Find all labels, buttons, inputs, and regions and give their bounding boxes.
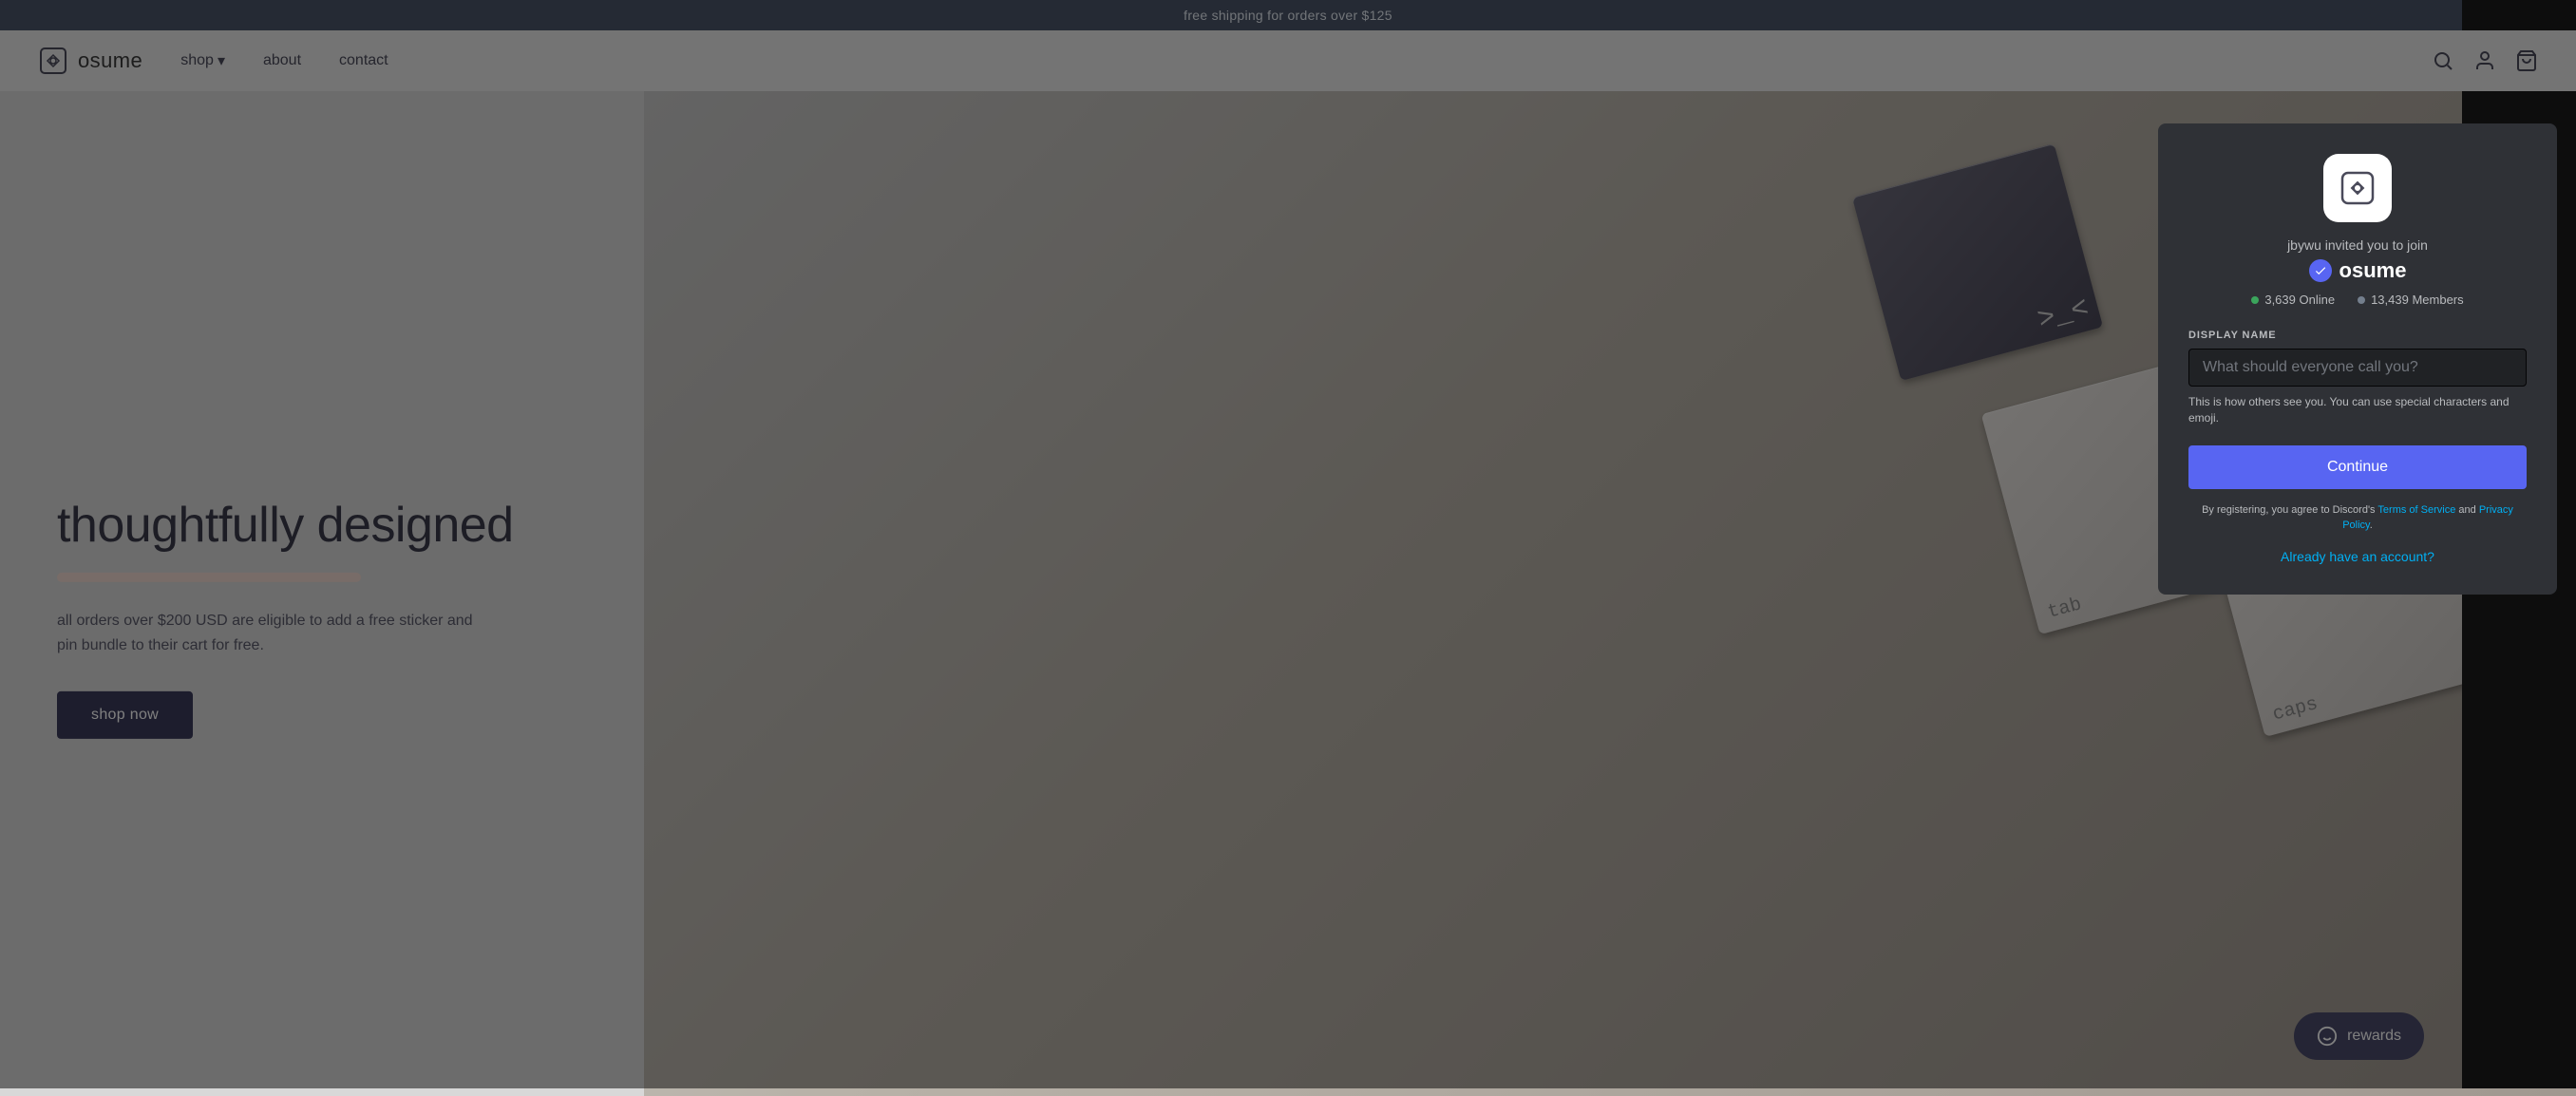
members-count: 13,439 Members [2371,293,2464,307]
online-dot [2251,296,2259,304]
server-logo-icon [2339,169,2377,207]
legal-prefix: By registering, you agree to Discord's [2202,504,2375,516]
server-name-row: osume [2188,258,2527,283]
input-hint: This is how others see you. You can use … [2188,394,2527,426]
continue-button[interactable]: Continue [2188,445,2527,489]
server-name: osume [2339,258,2407,283]
online-count: 3,639 Online [2264,293,2335,307]
verified-icon [2309,259,2332,282]
discord-modal: jbywu invited you to join osume 3,639 On… [2158,123,2557,595]
already-have-account[interactable]: Already have an account? [2188,549,2527,564]
modal-overlay[interactable]: jbywu invited you to join osume 3,639 On… [0,0,2576,1088]
display-name-input[interactable] [2188,349,2527,387]
online-stat: 3,639 Online [2251,293,2335,307]
invite-text: jbywu invited you to join [2188,237,2527,253]
server-stats: 3,639 Online 13,439 Members [2188,293,2527,307]
legal-text: By registering, you agree to Discord's T… [2188,502,2527,534]
members-dot [2358,296,2365,304]
legal-and: and [2458,504,2478,516]
display-name-field-group: DISPLAY NAME This is how others see you.… [2188,330,2527,426]
server-logo-box [2323,154,2392,222]
terms-link[interactable]: Terms of Service [2377,504,2455,516]
members-stat: 13,439 Members [2358,293,2464,307]
display-name-label: DISPLAY NAME [2188,330,2527,341]
